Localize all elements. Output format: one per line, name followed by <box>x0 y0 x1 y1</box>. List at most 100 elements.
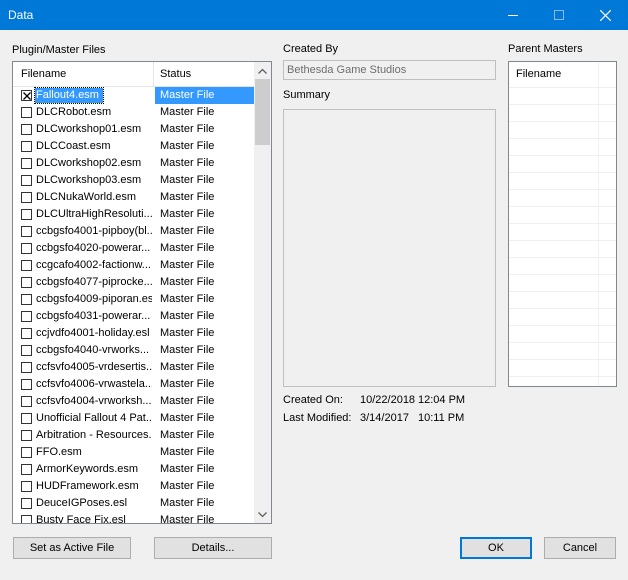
grid-line <box>509 325 616 326</box>
last-modified-date: 3/14/2017 <box>360 412 409 424</box>
plugin-filename: DLCworkshop02.esm <box>36 157 142 169</box>
scroll-down-button[interactable] <box>254 506 271 523</box>
scroll-thumb[interactable] <box>255 79 270 145</box>
scroll-up-button[interactable] <box>254 62 271 79</box>
grid-line <box>509 342 616 343</box>
plugin-checkbox[interactable] <box>21 175 32 186</box>
parent-masters-column-filename[interactable]: Filename <box>516 68 561 80</box>
table-row[interactable]: Arbitration - Resources... Master File <box>13 427 256 444</box>
plugin-status: Master File <box>160 344 215 356</box>
grid-line <box>509 138 616 139</box>
created-by-label: Created By <box>283 43 339 55</box>
table-row[interactable]: ccfsvfo4006-vrwastela... Master File <box>13 376 256 393</box>
plugin-checkbox[interactable] <box>21 209 32 220</box>
plugin-checkbox[interactable] <box>21 379 32 390</box>
plugin-status: Master File <box>160 497 215 509</box>
table-row[interactable]: DeuceIGPoses.esl Master File <box>13 495 256 512</box>
plugin-checkbox[interactable] <box>21 447 32 458</box>
plugin-checkbox[interactable] <box>21 430 32 441</box>
plugin-filename: ccgcafo4002-factionw... <box>36 259 151 271</box>
table-row[interactable]: ccbgsfo4020-powerar... Master File <box>13 240 256 257</box>
plugin-checkbox[interactable] <box>21 277 32 288</box>
plugin-status: Master File <box>160 242 215 254</box>
plugin-checkbox[interactable] <box>21 311 32 322</box>
plugin-status: Master File <box>160 327 215 339</box>
column-header-status[interactable]: Status <box>160 68 191 80</box>
plugin-checkbox[interactable] <box>21 107 32 118</box>
plugin-checkbox[interactable] <box>21 515 32 523</box>
plugin-checkbox[interactable] <box>21 362 32 373</box>
plugin-checkbox[interactable] <box>21 498 32 509</box>
summary-field[interactable] <box>283 109 496 387</box>
plugin-checkbox[interactable] <box>21 226 32 237</box>
table-row[interactable]: ccbgsfo4040-vrworks... Master File <box>13 342 256 359</box>
plugin-filename: ccbgsfo4020-powerar... <box>36 242 151 254</box>
plugin-checkbox[interactable] <box>21 124 32 135</box>
plugin-list-scrollbar[interactable] <box>254 62 271 523</box>
plugin-checkbox[interactable] <box>21 243 32 254</box>
table-row[interactable]: DLCNukaWorld.esm Master File <box>13 189 256 206</box>
table-row[interactable]: DLCworkshop02.esm Master File <box>13 155 256 172</box>
plugin-checkbox[interactable] <box>21 413 32 424</box>
plugin-filename: ccbgsfo4001-pipboy(bl... <box>36 225 152 237</box>
details-button[interactable]: Details... <box>154 537 272 559</box>
table-row[interactable]: DLCworkshop03.esm Master File <box>13 172 256 189</box>
table-row[interactable]: Unofficial Fallout 4 Pat... Master File <box>13 410 256 427</box>
table-row[interactable]: DLCCoast.esm Master File <box>13 138 256 155</box>
plugin-list[interactable]: Filename Status Fallout4.esm Master File D… <box>12 61 272 524</box>
table-row[interactable]: HUDFramework.esm Master File <box>13 478 256 495</box>
table-row[interactable]: ccfsvfo4004-vrworksh... Master File <box>13 393 256 410</box>
plugin-filename: DLCCoast.esm <box>36 140 111 152</box>
window-title: Data <box>8 8 34 22</box>
title-bar: Data <box>0 0 628 30</box>
plugin-status: Master File <box>160 225 215 237</box>
plugin-status: Master File <box>160 157 215 169</box>
parent-masters-list[interactable]: Filename <box>508 61 617 387</box>
column-separator[interactable] <box>153 62 154 86</box>
minimize-icon <box>508 10 518 20</box>
plugin-master-files-label: Plugin/Master Files <box>12 44 106 56</box>
plugin-checkbox[interactable] <box>21 158 32 169</box>
column-header-filename[interactable]: Filename <box>21 68 66 80</box>
grid-line <box>509 223 616 224</box>
table-row[interactable]: ccfsvfo4005-vrdesertis... Master File <box>13 359 256 376</box>
grid-line <box>509 291 616 292</box>
ok-button[interactable]: OK <box>460 537 532 559</box>
table-row[interactable]: DLCRobot.esm Master File <box>13 104 256 121</box>
plugin-status: Master File <box>160 412 215 424</box>
plugin-filename: ccjvdfo4001-holiday.esl <box>36 327 150 339</box>
close-button[interactable] <box>582 0 628 30</box>
created-by-field[interactable]: Bethesda Game Studios <box>283 60 496 80</box>
plugin-checkbox[interactable] <box>21 345 32 356</box>
plugin-checkbox[interactable] <box>21 192 32 203</box>
parent-masters-column-separator <box>598 62 599 386</box>
plugin-checkbox[interactable] <box>21 464 32 475</box>
maximize-button[interactable] <box>536 0 582 30</box>
plugin-status: Master File <box>160 378 215 390</box>
table-row[interactable]: ccjvdfo4001-holiday.esl Master File <box>13 325 256 342</box>
created-on-date: 10/22/2018 <box>360 394 416 406</box>
table-row[interactable]: ArmorKeywords.esm Master File <box>13 461 256 478</box>
plugin-checkbox[interactable] <box>21 260 32 271</box>
table-row[interactable]: ccbgsfo4001-pipboy(bl... Master File <box>13 223 256 240</box>
plugin-checkbox[interactable] <box>21 294 32 305</box>
table-row[interactable]: ccbgsfo4077-piprocke... Master File <box>13 274 256 291</box>
plugin-checkbox[interactable] <box>21 396 32 407</box>
table-row[interactable]: Busty Face Fix.esl Master File <box>13 512 256 523</box>
minimize-button[interactable] <box>490 0 536 30</box>
grid-line <box>509 240 616 241</box>
table-row[interactable]: Fallout4.esm Master File <box>13 87 256 104</box>
set-active-file-button[interactable]: Set as Active File <box>13 537 131 559</box>
table-row[interactable]: ccgcafo4002-factionw... Master File <box>13 257 256 274</box>
table-row[interactable]: DLCUltraHighResoluti... Master File <box>13 206 256 223</box>
table-row[interactable]: ccbgsfo4009-piporan.esl Master File <box>13 291 256 308</box>
plugin-checkbox[interactable] <box>21 90 32 101</box>
table-row[interactable]: DLCworkshop01.esm Master File <box>13 121 256 138</box>
plugin-checkbox[interactable] <box>21 141 32 152</box>
plugin-checkbox[interactable] <box>21 328 32 339</box>
plugin-checkbox[interactable] <box>21 481 32 492</box>
cancel-button[interactable]: Cancel <box>544 537 616 559</box>
table-row[interactable]: FFO.esm Master File <box>13 444 256 461</box>
table-row[interactable]: ccbgsfo4031-powerar... Master File <box>13 308 256 325</box>
plugin-rows: Fallout4.esm Master File DLCRobot.esm Maste… <box>13 87 256 523</box>
